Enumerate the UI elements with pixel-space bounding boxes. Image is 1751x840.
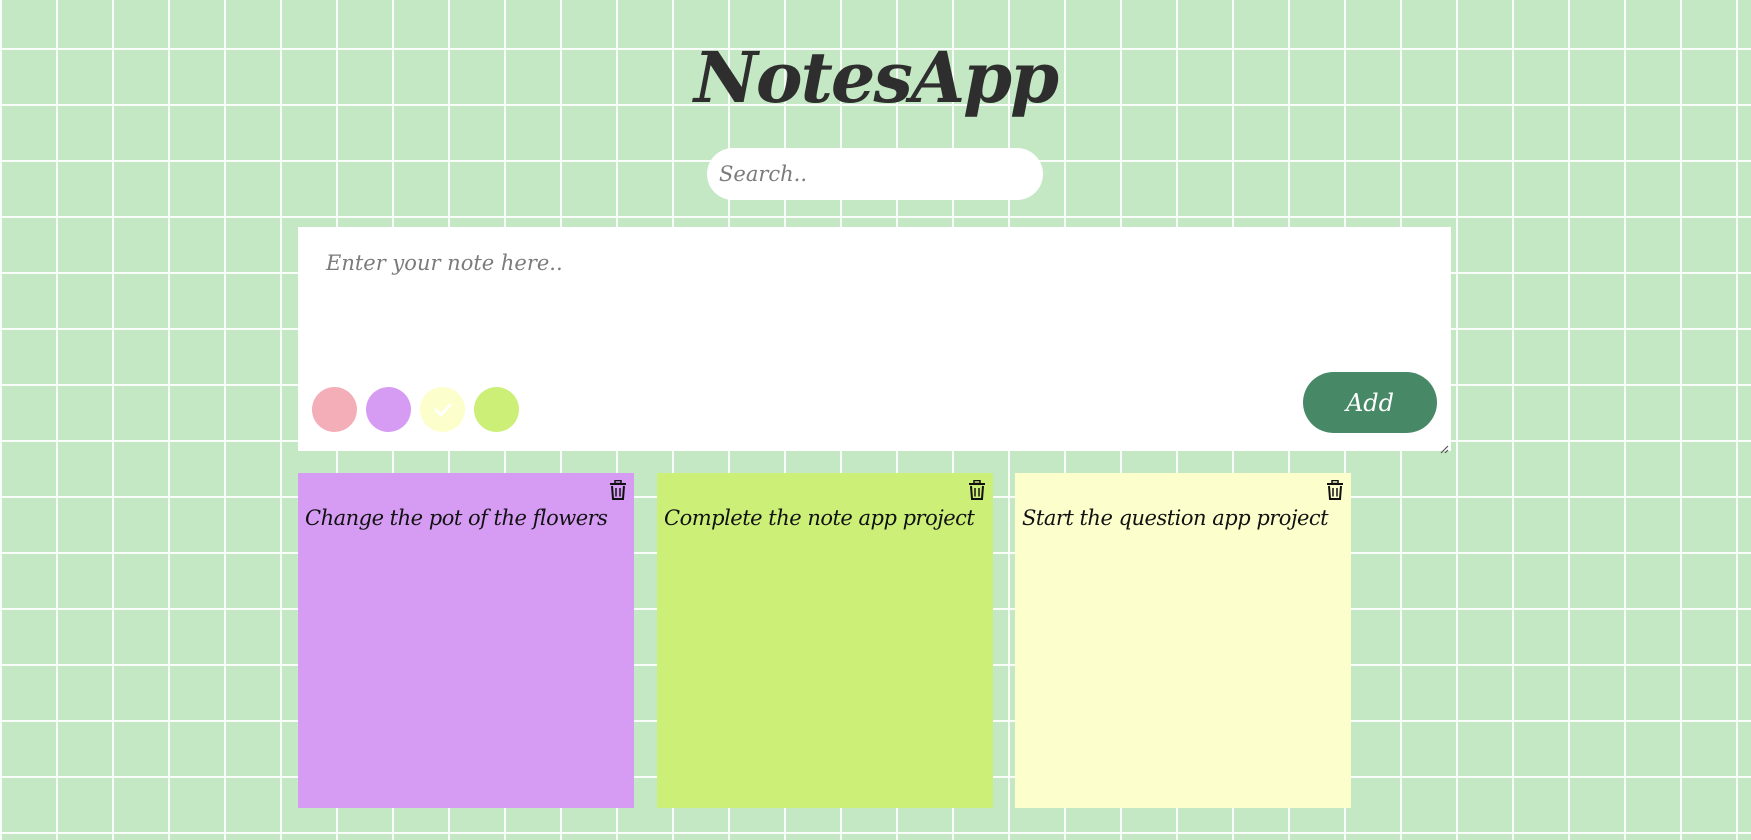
trash-icon[interactable] [968,479,986,500]
trash-icon[interactable] [1326,479,1344,500]
app-title: NotesApp [693,36,1059,119]
add-note-button[interactable]: Add [1303,372,1437,433]
note-card: Change the pot of the flowers [298,473,634,808]
trash-icon[interactable] [609,479,627,500]
note-text: Complete the note app project [664,506,975,530]
color-swatch-lime[interactable] [474,387,519,432]
check-icon [420,387,465,432]
color-swatch-pink[interactable] [312,387,357,432]
note-card: Complete the note app project [657,473,993,808]
note-composer: Add [298,227,1451,454]
color-swatch-yellow[interactable] [420,387,465,432]
note-card: Start the question app project [1015,473,1351,808]
note-input[interactable] [298,227,1451,377]
search-input[interactable] [707,148,1043,200]
note-text: Change the pot of the flowers [305,506,608,530]
note-text: Start the question app project [1022,506,1329,530]
color-swatch-purple[interactable] [366,387,411,432]
resize-handle-icon[interactable] [1439,439,1449,454]
